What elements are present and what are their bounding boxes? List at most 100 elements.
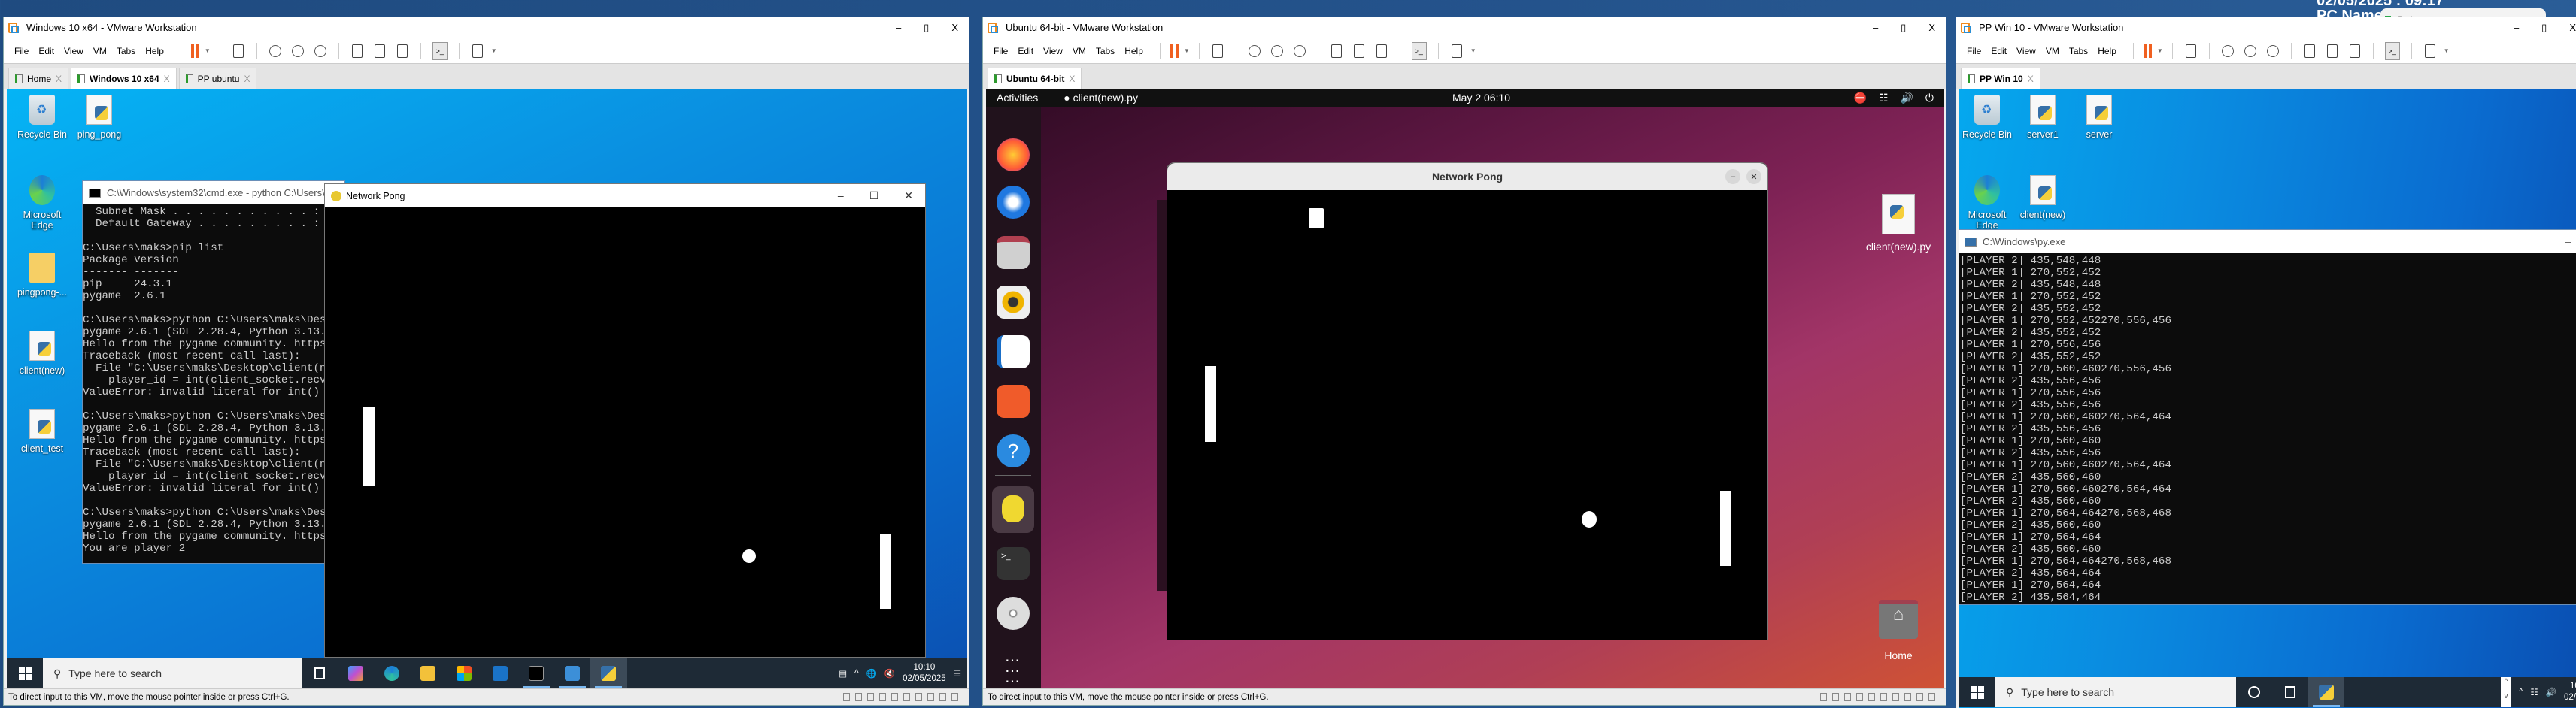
desktop-icon-edge[interactable]: Microsoft Edge [14, 175, 70, 231]
copilot-icon[interactable] [338, 658, 374, 688]
menu-help[interactable]: Help [1124, 46, 1143, 56]
menu-vm[interactable]: VM [93, 46, 107, 56]
file-explorer-icon[interactable] [410, 658, 446, 688]
menu-edit[interactable]: Edit [1991, 46, 2007, 56]
taskbar-clock[interactable]: 10: 02/05/ [2564, 681, 2576, 703]
power-dropdown-icon[interactable]: ▼ [1184, 47, 1190, 54]
tab-home[interactable]: Home X [8, 68, 69, 89]
power-dropdown-icon[interactable]: ▼ [205, 47, 211, 54]
menu-tabs[interactable]: Tabs [117, 46, 135, 56]
minimize-icon[interactable]: – [896, 22, 901, 34]
menu-edit[interactable]: Edit [38, 46, 54, 56]
maximize-icon[interactable]: ☐ [869, 189, 879, 202]
minimize-icon[interactable]: – [2565, 236, 2571, 247]
minimize-icon[interactable]: – [1873, 22, 1878, 34]
minimize-icon[interactable]: – [2514, 22, 2519, 34]
top-bar-clock[interactable]: May 2 06:10 [1452, 92, 1510, 104]
usb2-icon[interactable] [1916, 693, 1923, 701]
maximize-icon[interactable]: ▯ [1901, 22, 1906, 34]
cd-icon[interactable] [1832, 693, 1839, 701]
minimize-icon[interactable]: – [838, 189, 844, 202]
volume-icon[interactable]: 🔊 [2546, 687, 2556, 697]
console-view-icon[interactable]: >_ [432, 41, 448, 60]
close-icon[interactable]: ✕ [1746, 169, 1761, 184]
stretch-guest-icon[interactable] [1451, 44, 1462, 58]
tab-close-icon[interactable]: X [164, 74, 170, 84]
cd2-icon[interactable] [1844, 693, 1851, 701]
vm-screen[interactable]: Recycle Bin ping_pong Microsoft Edge pin… [7, 89, 967, 688]
stretch-dropdown-icon[interactable]: ▼ [2444, 47, 2450, 54]
close-icon[interactable]: X [951, 22, 958, 34]
close-icon[interactable]: X [1928, 22, 1935, 34]
files-icon[interactable] [997, 236, 1030, 269]
rhythmbox-icon[interactable] [997, 286, 1030, 319]
send-ctrl-alt-del-icon[interactable] [2185, 44, 2196, 58]
snapshot-manager-icon[interactable] [1293, 44, 1306, 57]
revert-snapshot-icon[interactable] [2244, 44, 2256, 57]
network-icon[interactable]: 🌐 [866, 668, 876, 679]
pause-vm-icon[interactable] [2143, 44, 2152, 58]
menu-edit[interactable]: Edit [1018, 46, 1033, 56]
menu-tabs[interactable]: Tabs [1096, 46, 1115, 56]
take-snapshot-icon[interactable] [1248, 44, 1261, 57]
console-titlebar[interactable]: C:\Windows\py.exe – [1959, 230, 2576, 253]
show-library-icon[interactable] [1330, 44, 1342, 58]
display-icon[interactable] [1928, 693, 1935, 701]
desktop-icon-client-new[interactable]: client(new) [14, 331, 70, 376]
tab-windows-10-x64[interactable]: Windows 10 x64 X [71, 68, 177, 89]
task-view-icon[interactable] [302, 658, 338, 688]
desktop-icon-client-new[interactable]: client(new) [2015, 175, 2071, 220]
stretch-dropdown-icon[interactable]: ▼ [491, 47, 497, 54]
floppy-icon[interactable] [1856, 693, 1863, 701]
tab-close-icon[interactable]: X [1069, 74, 1075, 84]
do-not-disturb-icon[interactable]: ⛔ [1853, 92, 1866, 104]
pong-window[interactable]: Network Pong – ☐ ✕ [324, 183, 926, 658]
menu-view[interactable]: View [2016, 46, 2036, 56]
vm-titlebar[interactable]: PP Win 10 - VMware Workstation – ▯ X [1956, 17, 2576, 38]
desktop-icon-home[interactable]: ⌂ Home [1861, 600, 1936, 661]
network-icon[interactable]: ☷ [1879, 92, 1889, 104]
snapshot-manager-icon[interactable] [314, 44, 326, 57]
snapshot-manager-icon[interactable] [2266, 44, 2279, 57]
desktop-icon-server[interactable]: server [2071, 95, 2127, 140]
hard-disk-icon[interactable] [843, 693, 850, 701]
show-library-icon[interactable] [2304, 44, 2315, 58]
menu-file[interactable]: File [994, 46, 1008, 56]
py-console-window[interactable]: C:\Windows\py.exe – [PLAYER 2] 435,548,44… [1959, 229, 2576, 605]
pong-titlebar[interactable]: Network Pong – ☐ ✕ [325, 184, 925, 207]
tab-close-icon[interactable]: X [244, 74, 250, 84]
show-hidden-icons[interactable]: ^ [854, 669, 858, 678]
console-view-icon[interactable]: >_ [2384, 41, 2400, 60]
cd-icon[interactable] [855, 693, 862, 701]
sound-icon[interactable] [903, 693, 910, 701]
network-adapter-icon[interactable] [1868, 693, 1875, 701]
stretch-guest-icon[interactable] [472, 44, 483, 58]
vm-titlebar[interactable]: Ubuntu 64-bit - VMware Workstation – ▯ X [983, 17, 1946, 38]
revert-snapshot-icon[interactable] [1270, 44, 1283, 57]
tray-scroll[interactable]: ^ v [2500, 677, 2511, 707]
close-icon[interactable]: ✕ [904, 189, 913, 202]
news-icon[interactable]: ▤ [839, 668, 847, 679]
menu-file[interactable]: File [1967, 46, 1981, 56]
pause-vm-icon[interactable] [190, 44, 199, 58]
hard-disk-icon[interactable] [1820, 693, 1827, 701]
vm-screen[interactable]: Activities ● client(new).py May 2 06:10 … [986, 89, 1944, 688]
cortana-icon[interactable] [2236, 677, 2272, 707]
full-screen-icon[interactable] [1376, 44, 1387, 58]
sound-icon[interactable] [1880, 693, 1887, 701]
pong-titlebar[interactable]: Network Pong – ✕ [1167, 163, 1767, 190]
tab-pp-ubuntu[interactable]: PP ubuntu X [178, 68, 257, 89]
store-icon[interactable] [446, 658, 482, 688]
usb2-icon[interactable] [939, 693, 946, 701]
start-button[interactable] [1959, 685, 1995, 699]
terminal-icon[interactable]: >_ [997, 547, 1030, 580]
thumbnail-bar-icon[interactable] [1353, 44, 1364, 58]
volume-icon[interactable]: 🔊 [1900, 92, 1913, 104]
desktop-icon-pingpong-folder[interactable]: pingpong-... [14, 253, 70, 298]
taskbar-search[interactable]: ⚲ Type here to search [43, 658, 302, 688]
taskbar-search[interactable]: ⚲ Type here to search [1995, 677, 2236, 707]
desktop-icon-ping-pong[interactable]: ping_pong [71, 95, 127, 140]
menu-vm[interactable]: VM [1073, 46, 1086, 56]
tab-close-icon[interactable]: X [56, 74, 62, 84]
python-taskbar-icon[interactable] [590, 658, 627, 688]
